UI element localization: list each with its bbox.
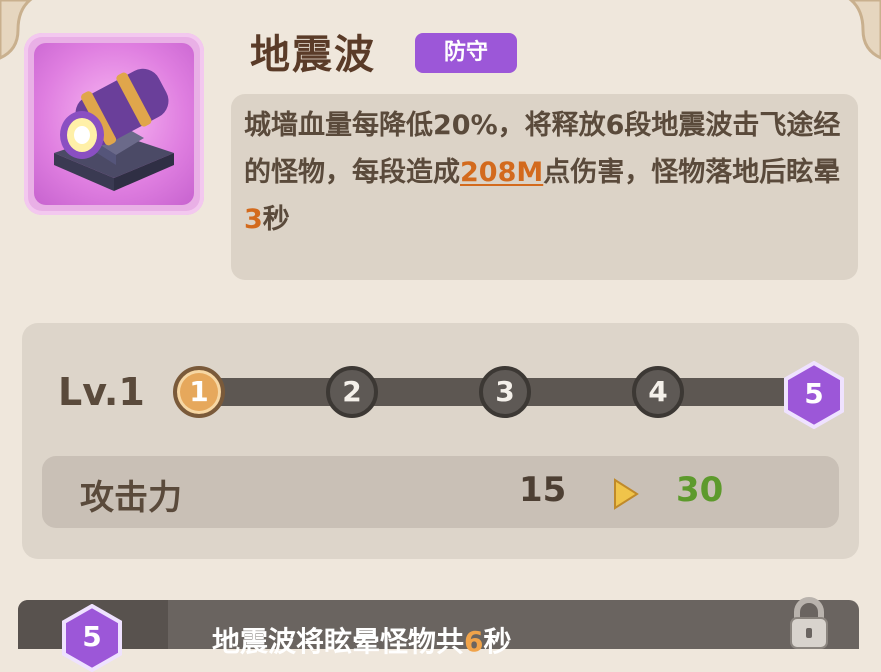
stat-current-value: 15 bbox=[519, 470, 567, 510]
level-label: Lv.1 bbox=[58, 370, 145, 414]
unlock-level-badge: 5 bbox=[60, 604, 124, 672]
damage-value: 208M bbox=[460, 157, 544, 188]
unlock-value: 6 bbox=[464, 625, 484, 658]
lock-icon bbox=[790, 597, 828, 649]
description-part3: 秒 bbox=[262, 204, 290, 235]
unlock-description: 地震波将眩晕怪物共6秒 bbox=[212, 620, 512, 660]
skill-card bbox=[24, 33, 204, 215]
description-part2: 点伤害，怪物落地后眩晕 bbox=[543, 157, 841, 188]
play-arrow-icon bbox=[614, 478, 639, 510]
level-node-2[interactable]: 2 bbox=[326, 366, 378, 418]
skill-name: 地震波 bbox=[250, 32, 376, 78]
level-node-1[interactable]: 1 bbox=[173, 366, 225, 418]
level-node-5[interactable]: 5 bbox=[782, 361, 846, 429]
frame-corner-right-icon bbox=[848, 0, 881, 60]
stat-next-value: 30 bbox=[676, 470, 724, 510]
level-node-3[interactable]: 3 bbox=[479, 366, 531, 418]
skill-type-tag: 防守 bbox=[415, 33, 517, 73]
skill-card-inner bbox=[34, 43, 194, 205]
unlock-level-label: 5 bbox=[82, 620, 102, 653]
wave-cannon-icon bbox=[54, 68, 174, 191]
unlock-text-before: 地震波将眩晕怪物共 bbox=[212, 625, 465, 658]
stat-name: 攻击力 bbox=[80, 478, 182, 518]
skill-description: 城墙血量每降低20%，将释放6段地震波击飞途经的怪物，每段造成208M点伤害，怪… bbox=[244, 102, 844, 243]
unlock-text-after: 秒 bbox=[483, 625, 512, 658]
level-node-4[interactable]: 4 bbox=[632, 366, 684, 418]
stun-seconds: 3 bbox=[244, 204, 263, 235]
level-node-5-label: 5 bbox=[804, 377, 824, 410]
